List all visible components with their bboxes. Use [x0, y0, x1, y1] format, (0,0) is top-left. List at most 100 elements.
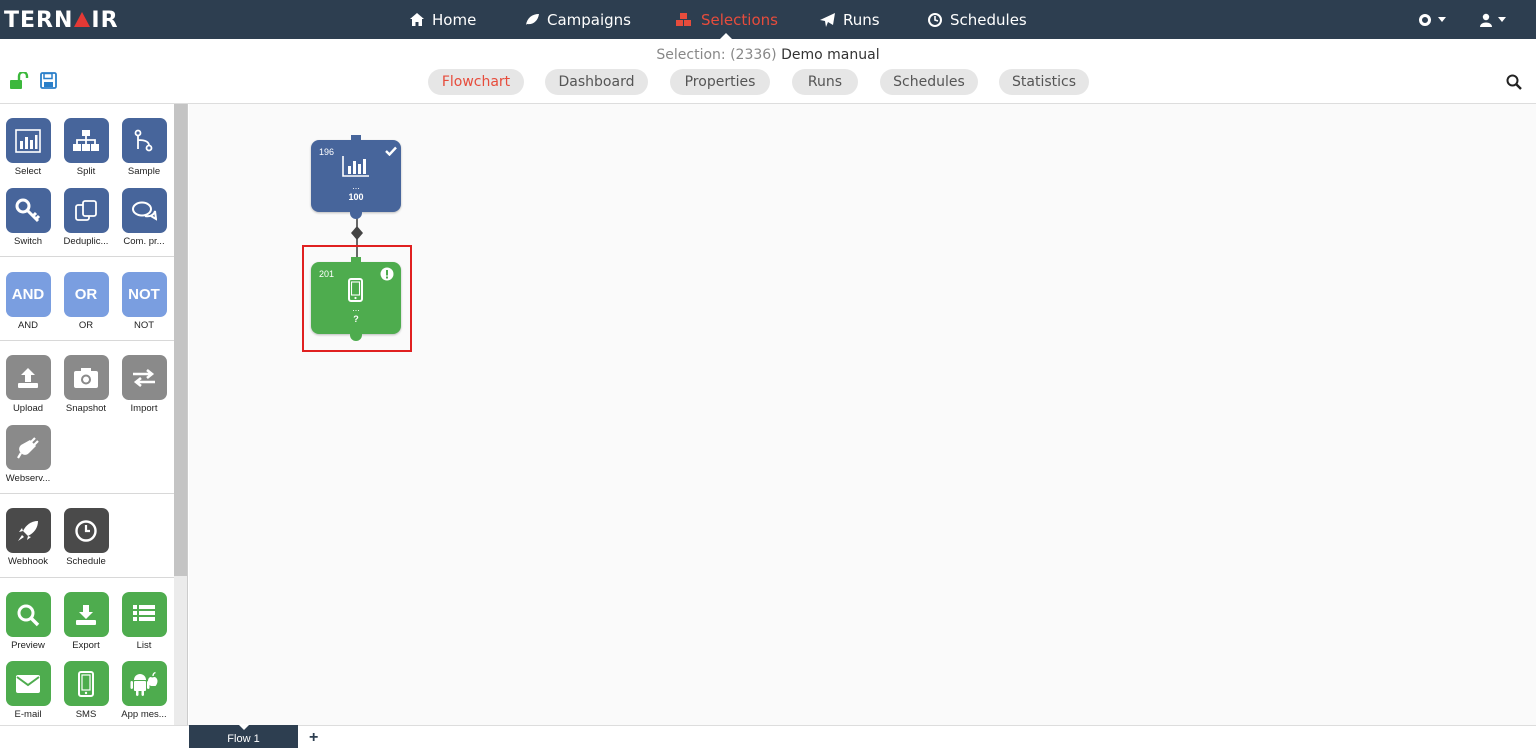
nav-schedules-label: Schedules	[950, 10, 1027, 29]
chevron-down-icon	[1438, 17, 1446, 22]
nav-campaigns-label: Campaigns	[547, 10, 632, 29]
tool-and[interactable]: AND AND	[1, 272, 55, 331]
chevron-down-icon	[1498, 17, 1506, 22]
tool-sms[interactable]: SMS	[59, 661, 113, 720]
download-icon	[76, 604, 96, 625]
user-menu[interactable]	[1480, 0, 1506, 39]
tool-label: List	[136, 640, 152, 651]
tool-label: Export	[72, 640, 100, 651]
nav-runs-label: Runs	[843, 10, 880, 29]
copy-icon	[75, 199, 97, 221]
tool-list[interactable]: List	[117, 592, 171, 651]
tool-app-message[interactable]: App mes...	[117, 661, 171, 720]
active-flow-indicator	[237, 724, 250, 730]
flow-tab-label: Flow 1	[227, 732, 260, 745]
tool-not[interactable]: NOT NOT	[117, 272, 171, 331]
toolbox-divider	[0, 493, 174, 494]
tool-label: Switch	[14, 236, 42, 247]
search-icon[interactable]	[1506, 74, 1522, 90]
and-icon: AND	[5, 272, 51, 317]
tool-snapshot[interactable]: Snapshot	[59, 355, 113, 414]
key-icon	[15, 198, 41, 222]
tool-import[interactable]: Import	[117, 355, 171, 414]
tab-runs[interactable]: Runs	[792, 69, 858, 95]
tool-label: OR	[78, 320, 94, 331]
tool-label: Import	[130, 403, 158, 414]
node-dots: ...	[352, 181, 360, 191]
top-navbar: TERN IR Home Campaigns Selections Runs S…	[0, 0, 1536, 39]
tool-email[interactable]: E-mail	[1, 661, 55, 720]
paper-plane-icon	[820, 12, 835, 27]
tool-label: Select	[14, 166, 42, 177]
tool-webservice[interactable]: Webserv...	[1, 425, 55, 484]
tool-label: Split	[76, 166, 96, 177]
android-apple-icon	[130, 671, 158, 696]
node-input-port[interactable]	[351, 135, 361, 143]
tool-label: Upload	[12, 403, 44, 414]
logo-text-right: IR	[91, 7, 119, 33]
check-icon	[385, 146, 397, 156]
tool-sample[interactable]: Sample	[117, 118, 171, 177]
tool-label: Sample	[127, 166, 161, 177]
leaf-icon	[526, 14, 539, 25]
nav-campaigns[interactable]: Campaigns	[525, 0, 631, 39]
or-icon: OR	[63, 272, 109, 317]
tool-label: Webhook	[8, 556, 48, 567]
tool-label: Webserv...	[5, 473, 51, 484]
flow-node-select[interactable]: 196 ... 100	[311, 135, 401, 219]
tool-deduplicate[interactable]: Deduplic...	[59, 188, 113, 247]
tool-or[interactable]: OR OR	[59, 272, 113, 331]
tool-label: Preview	[11, 640, 45, 651]
user-icon	[1480, 13, 1492, 27]
upload-icon	[18, 367, 38, 388]
toolbox-divider	[0, 340, 174, 341]
tab-statistics[interactable]: Statistics	[999, 69, 1089, 95]
tool-preview[interactable]: Preview	[1, 592, 55, 651]
unlock-icon[interactable]	[10, 72, 30, 90]
tab-properties[interactable]: Properties	[670, 69, 770, 95]
home-icon	[410, 13, 424, 26]
node-count: 100	[348, 192, 364, 202]
toolbox-divider	[0, 577, 174, 578]
tool-schedule[interactable]: Schedule	[59, 508, 113, 567]
flow-tab-active[interactable]: Flow 1	[189, 724, 298, 748]
save-icon[interactable]	[40, 72, 57, 89]
settings-menu[interactable]	[1418, 0, 1446, 39]
nav-home[interactable]: Home	[410, 0, 476, 39]
tool-label: Com. pr...	[123, 236, 165, 247]
tab-dashboard[interactable]: Dashboard	[545, 69, 648, 95]
tab-flowchart[interactable]: Flowchart	[428, 69, 524, 95]
logo-text-left: TERN	[4, 7, 74, 33]
tool-upload[interactable]: Upload	[1, 355, 55, 414]
nav-schedules[interactable]: Schedules	[928, 0, 1027, 39]
tool-compare[interactable]: Com. pr...	[117, 188, 171, 247]
selection-name: Demo manual	[781, 47, 880, 63]
gear-icon	[1419, 13, 1431, 26]
tool-label: SMS	[75, 709, 97, 720]
selection-id: Selection: (2336)	[656, 47, 777, 63]
bar-chart-icon	[342, 156, 369, 177]
tool-select[interactable]: Select	[1, 118, 55, 177]
selection-header: Selection: (2336) Demo manual Flowchart …	[0, 39, 1536, 104]
search-icon	[17, 604, 40, 626]
selection-title: Selection: (2336) Demo manual	[0, 47, 1536, 63]
tab-schedules[interactable]: Schedules	[880, 69, 978, 95]
tool-webhook[interactable]: Webhook	[1, 508, 55, 567]
toolbox-divider	[0, 256, 174, 257]
tool-export[interactable]: Export	[59, 592, 113, 651]
nav-runs[interactable]: Runs	[820, 0, 880, 39]
tool-switch[interactable]: Switch	[1, 188, 55, 247]
nav-selections[interactable]: Selections	[675, 0, 778, 39]
clock-icon	[928, 12, 942, 27]
sitemap-icon	[73, 129, 99, 151]
mobile-phone-icon	[78, 670, 94, 697]
tool-label: App mes...	[121, 709, 167, 720]
selected-node-highlight	[302, 245, 412, 352]
tool-label: Schedule	[66, 556, 106, 567]
tool-split[interactable]: Split	[59, 118, 113, 177]
toolbox-scrollbar[interactable]	[174, 104, 187, 576]
ternair-logo[interactable]: TERN IR	[4, 7, 119, 33]
tool-label: AND	[17, 320, 39, 331]
add-flow-button[interactable]: +	[309, 729, 318, 747]
tool-label: Deduplic...	[63, 236, 109, 247]
